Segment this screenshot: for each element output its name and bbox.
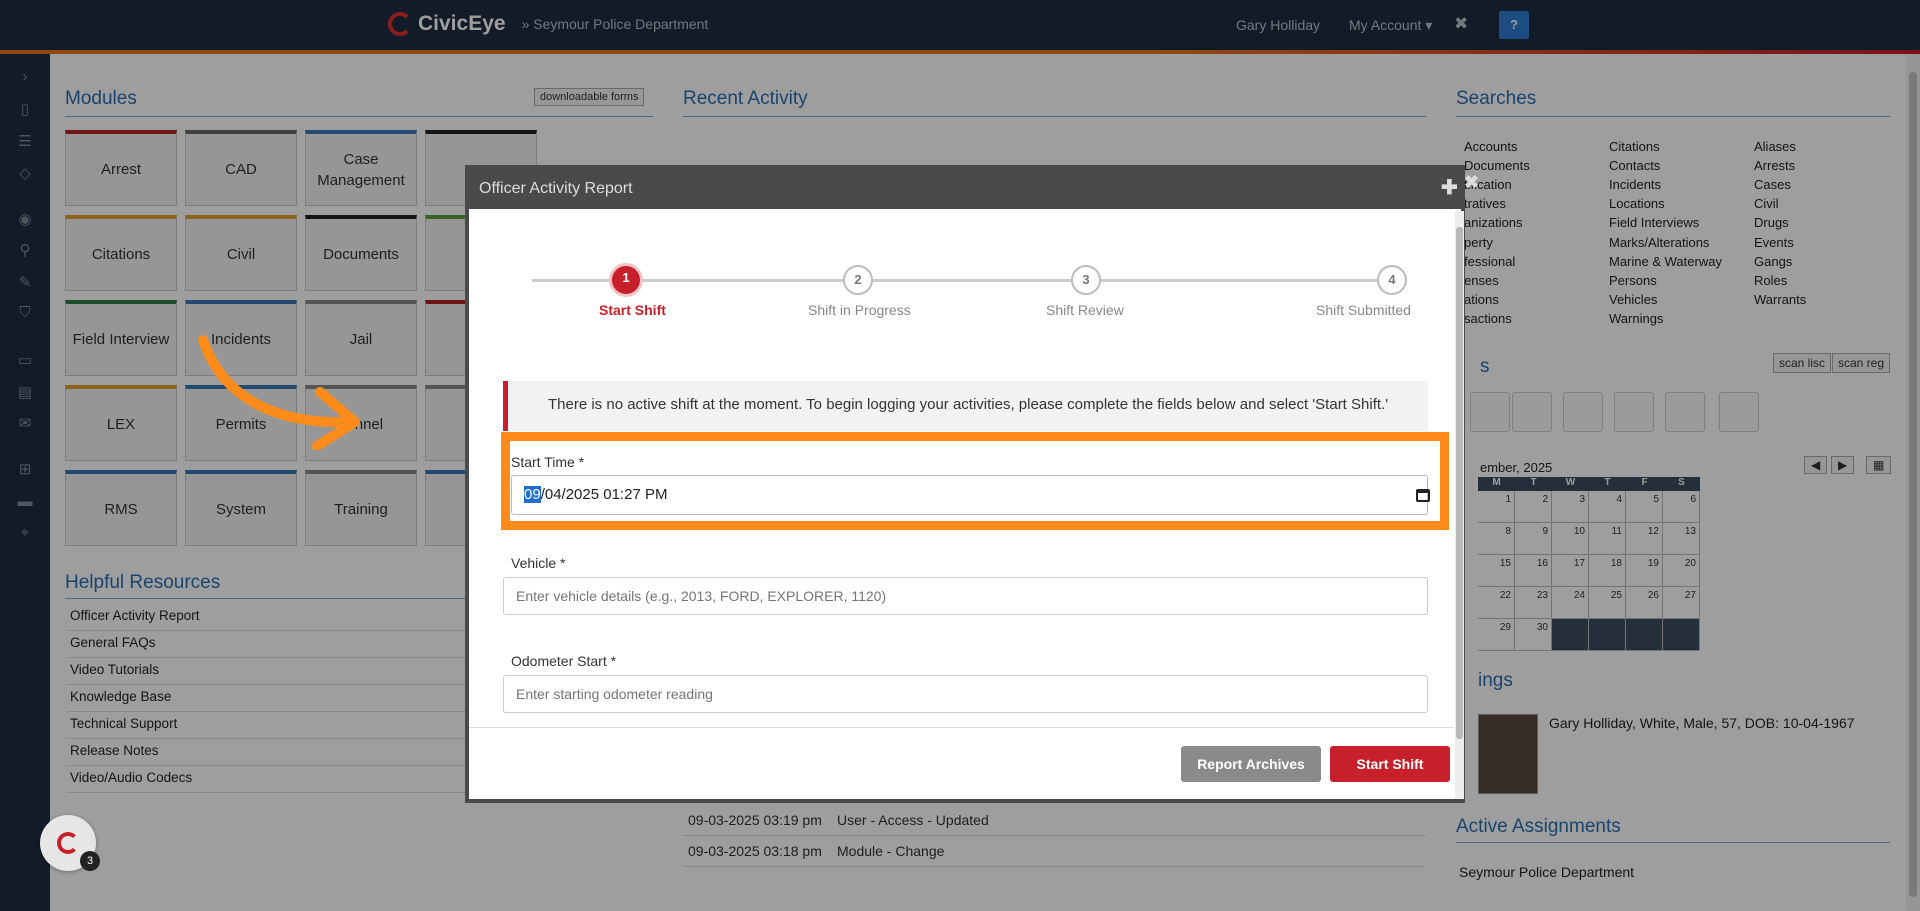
step-4-label: Shift Submitted: [1316, 302, 1411, 318]
start-shift-button[interactable]: Start Shift: [1330, 746, 1450, 782]
step-3: 3: [1071, 265, 1101, 295]
civiceye-chat-icon: [57, 832, 79, 854]
start-time-label: Start Time *: [511, 454, 585, 470]
maximize-icon[interactable]: ✚: [1441, 175, 1458, 200]
report-archives-button[interactable]: Report Archives: [1181, 746, 1321, 782]
chat-notification-badge: 3: [80, 851, 100, 871]
vehicle-label: Vehicle *: [511, 555, 566, 571]
step-1-label: Start Shift: [599, 302, 666, 318]
step-1: 1: [609, 263, 643, 297]
calendar-picker-icon[interactable]: [1416, 489, 1430, 502]
odometer-input[interactable]: [503, 675, 1428, 713]
step-2: 2: [843, 265, 873, 295]
start-time-rest: /04/2025 01:27 PM: [540, 486, 668, 503]
annotation-arrow: [198, 335, 360, 450]
step-2-label: Shift in Progress: [808, 302, 911, 318]
start-time-input[interactable]: 09/04/2025 01:27 PM: [511, 475, 1430, 515]
stepper-line: [532, 279, 1402, 282]
vehicle-input[interactable]: [503, 577, 1428, 615]
modal-scrollbar-thumb[interactable]: [1456, 227, 1463, 739]
modal-header: Officer Activity Report ✚: [469, 169, 1461, 209]
modal-close-icon[interactable]: ✖: [1464, 172, 1479, 193]
step-4: 4: [1377, 265, 1407, 295]
start-time-month-segment[interactable]: 09: [524, 486, 541, 503]
modal-footer-divider: [469, 727, 1454, 728]
modal-title: Officer Activity Report: [479, 180, 633, 197]
step-3-label: Shift Review: [1046, 302, 1124, 318]
no-active-shift-alert: There is no active shift at the moment. …: [503, 381, 1428, 431]
odometer-label: Odometer Start *: [511, 653, 617, 669]
officer-activity-modal: Officer Activity Report ✚ 1 Start Shift …: [465, 165, 1465, 803]
